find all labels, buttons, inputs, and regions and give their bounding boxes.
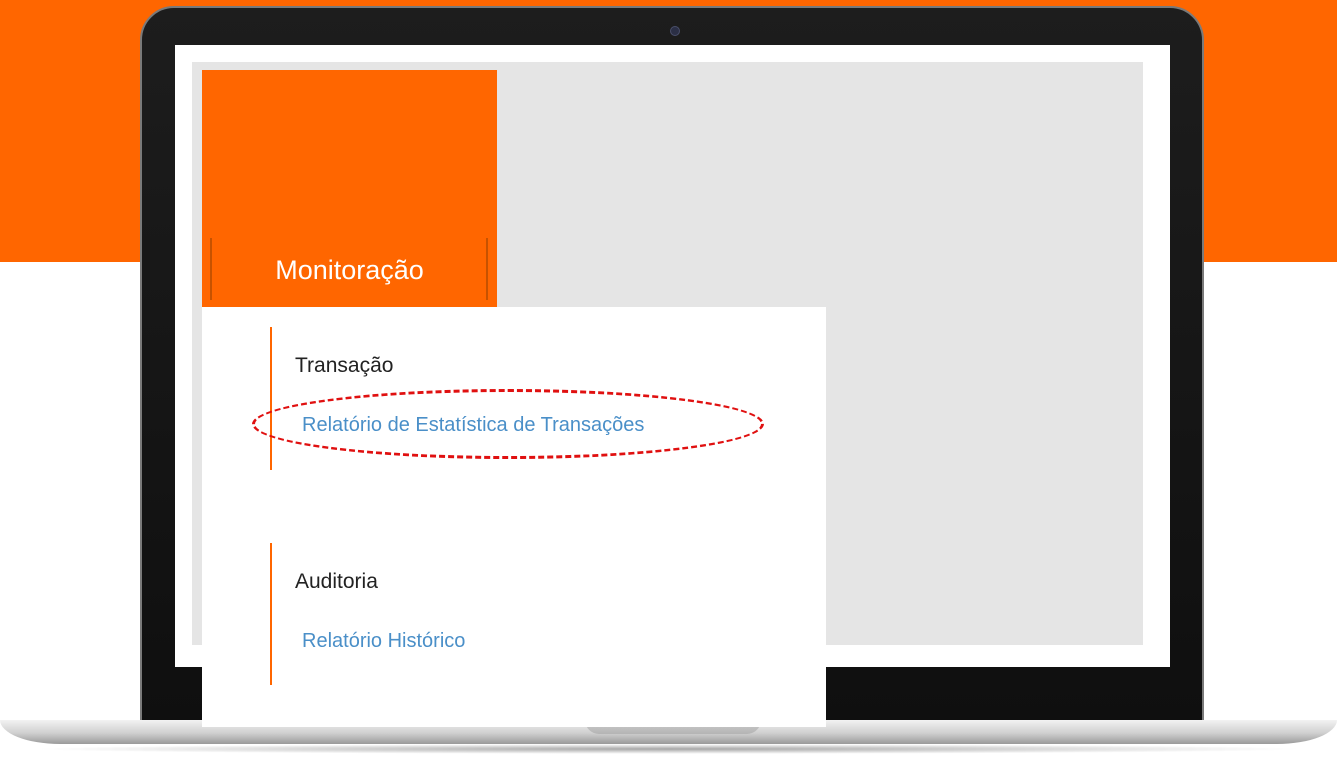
menu-tile-label[interactable]: Monitoração <box>202 250 497 290</box>
section-title-auditoria: Auditoria <box>295 570 378 593</box>
section-accent-bar <box>270 543 272 685</box>
section-accent-bar <box>270 327 272 470</box>
laptop-shadow <box>30 744 1307 754</box>
section-title-transacao: Transação <box>295 354 394 377</box>
webcam-icon <box>670 26 680 36</box>
link-relatorio-estatistica-transacoes[interactable]: Relatório de Estatística de Transações <box>302 411 644 439</box>
link-relatorio-historico[interactable]: Relatório Histórico <box>302 627 465 655</box>
